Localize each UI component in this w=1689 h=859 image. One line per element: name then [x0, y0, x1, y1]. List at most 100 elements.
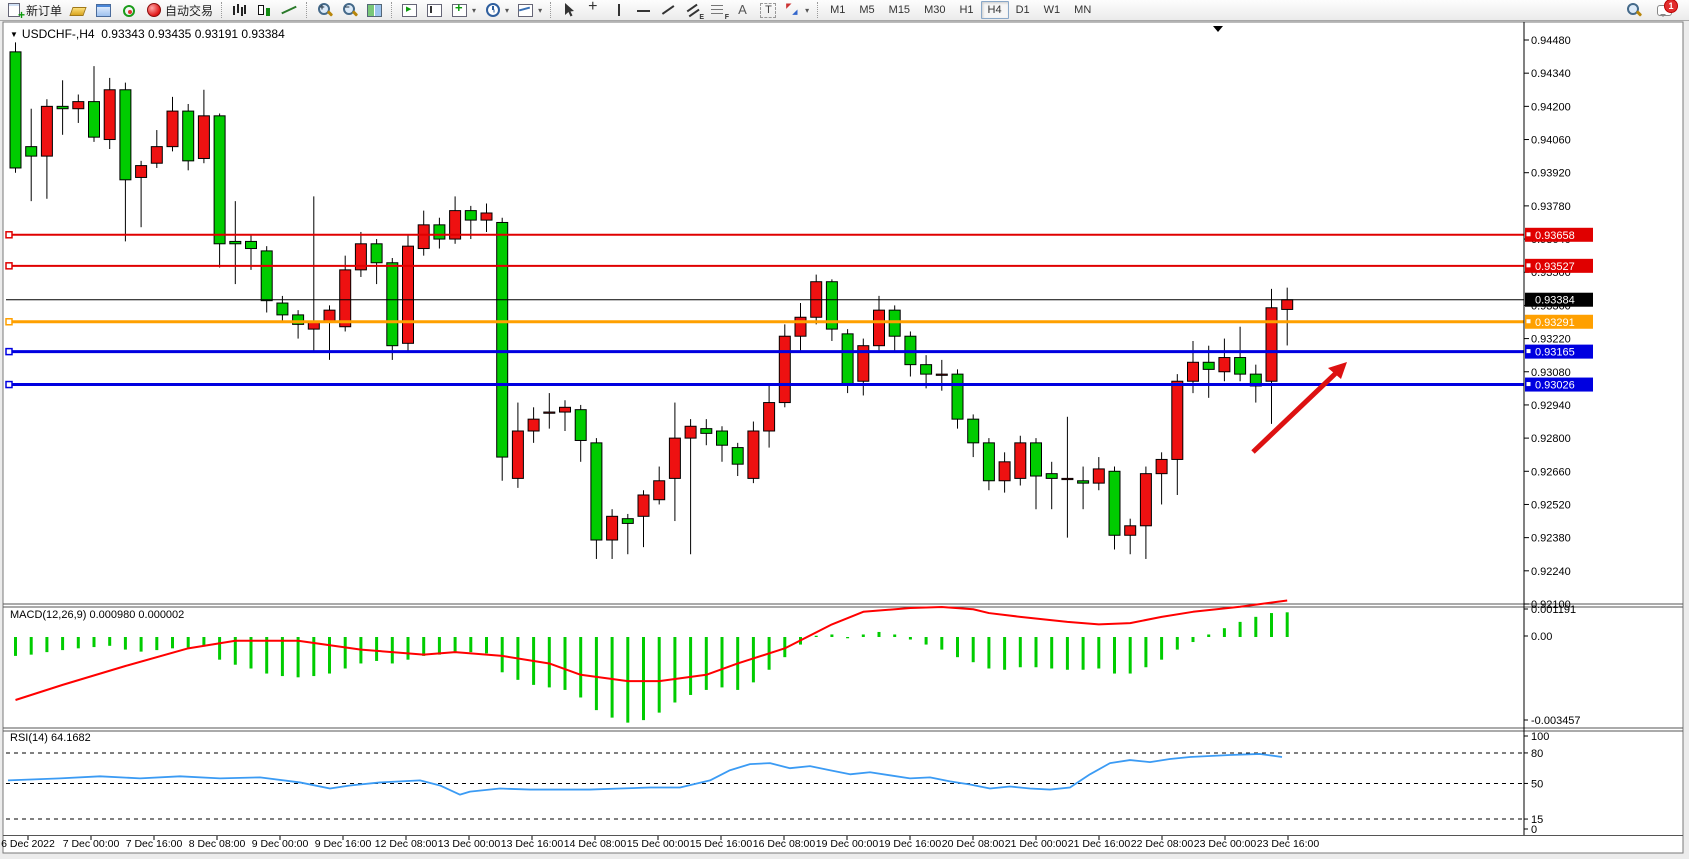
indicators-dropdown[interactable]: ▾	[447, 1, 480, 20]
trendline-tool-button[interactable]	[656, 1, 681, 20]
timeframe-mn-button[interactable]: MN	[1067, 1, 1098, 19]
rsi-indicator-label: RSI(14) 64.1682	[10, 732, 91, 744]
zoom-out-button[interactable]: −	[337, 1, 362, 20]
timeframe-d1-button[interactable]: D1	[1009, 1, 1037, 19]
chart-window[interactable]: 0.944800.943400.942000.940600.939200.937…	[0, 21, 1689, 859]
time-axis[interactable]: 6 Dec 20227 Dec 00:007 Dec 16:008 Dec 08…	[1, 836, 1319, 850]
candle-body	[779, 336, 790, 402]
toolbar-separator	[221, 2, 223, 18]
eraser-button[interactable]	[66, 1, 91, 20]
rsi-axis-label: 80	[1531, 748, 1543, 760]
text-tool-button[interactable]	[731, 1, 756, 20]
candle-body	[434, 225, 445, 239]
price-tick-label: 0.92940	[1531, 400, 1571, 412]
profiles-button[interactable]	[91, 1, 116, 20]
fibonacci-tool-button[interactable]: F	[706, 1, 731, 20]
line-handle[interactable]	[6, 232, 12, 238]
price-tick-label: 0.94340	[1531, 68, 1571, 80]
notifications-button[interactable]: 1	[1652, 1, 1677, 20]
line-handle[interactable]	[6, 349, 12, 355]
price-tag-label: 0.93384	[1535, 295, 1575, 307]
candle-body	[1235, 358, 1246, 375]
timeframe-m30-button[interactable]: M30	[917, 1, 952, 19]
chevron-down-icon: ▾	[805, 6, 809, 15]
candle-body	[685, 426, 696, 438]
time-tick-label: 14 Dec 08:00	[564, 838, 627, 850]
candle-body	[669, 438, 680, 478]
line-handle[interactable]	[6, 319, 12, 325]
symbol-period-label: USDCHF-,H4	[22, 27, 95, 41]
text-icon	[735, 2, 752, 18]
time-tick-label: 16 Dec 08:00	[753, 838, 816, 850]
arrows-dropdown[interactable]: ▾	[780, 1, 813, 20]
crosshair-tool-button[interactable]	[581, 1, 606, 20]
time-tick-label: 19 Dec 16:00	[879, 838, 942, 850]
price-tag-notch	[1527, 349, 1531, 353]
search-button[interactable]	[1621, 1, 1646, 20]
zoom-in-button[interactable]: +	[312, 1, 337, 20]
candle-body	[277, 303, 288, 315]
templates-dropdown[interactable]: ▾	[513, 1, 546, 20]
price-tag-label: 0.93026	[1535, 380, 1575, 392]
chat-icon: 1	[1656, 2, 1673, 18]
timeframe-w1-button[interactable]: W1	[1037, 1, 1068, 19]
timeframe-m15-button[interactable]: M15	[882, 1, 917, 19]
signals-button[interactable]	[116, 1, 141, 20]
text-label-tool-button[interactable]	[756, 1, 780, 20]
tile-windows-button[interactable]	[362, 1, 387, 20]
candle-body	[104, 90, 115, 140]
bar-chart-button[interactable]	[227, 1, 252, 20]
candle-body	[41, 106, 52, 156]
chevron-down-icon: ▾	[472, 6, 476, 15]
price-tag-label: 0.93165	[1535, 347, 1575, 359]
periods-dropdown[interactable]: ▾	[480, 1, 513, 20]
candle-body	[167, 111, 178, 147]
toolbar-separator	[550, 2, 552, 18]
price-tick-label: 0.92520	[1531, 499, 1571, 511]
line-chart-button[interactable]	[277, 1, 302, 20]
macd-indicator-label: MACD(12,26,9) 0.000980 0.000002	[10, 609, 184, 621]
candle-body	[465, 211, 476, 220]
candle-body	[1172, 381, 1183, 459]
timeframe-h1-button[interactable]: H1	[952, 1, 980, 19]
candle-body	[57, 106, 68, 108]
chevron-down-icon: ▾	[505, 6, 509, 15]
candle-body	[968, 419, 979, 443]
cursor-tool-button[interactable]	[556, 1, 581, 20]
line-handle[interactable]	[6, 382, 12, 388]
price-chart-canvas[interactable]: 0.944800.943400.942000.940600.939200.937…	[0, 21, 1689, 859]
macd-axis-label: 0.00	[1531, 631, 1552, 643]
candlestick-chart-button[interactable]	[252, 1, 277, 20]
chart-shift-button[interactable]	[422, 1, 447, 20]
zoom-in-icon: +	[316, 2, 333, 18]
autotrade-button[interactable]: 自动交易	[141, 1, 217, 20]
timeframe-m1-button[interactable]: M1	[823, 1, 852, 19]
candle-body	[1156, 459, 1167, 473]
time-tick-label: 9 Dec 00:00	[252, 838, 309, 850]
time-tick-label: 8 Dec 08:00	[189, 838, 246, 850]
timeframe-h4-button[interactable]: H4	[981, 1, 1009, 19]
timeframe-m5-button[interactable]: M5	[852, 1, 881, 19]
chevron-down-icon: ▾	[538, 6, 542, 15]
price-tick-label: 0.92240	[1531, 566, 1571, 578]
candle-body	[151, 147, 162, 164]
zoom-out-icon: −	[341, 2, 358, 18]
price-tick-label: 0.93780	[1531, 201, 1571, 213]
candle-body	[497, 222, 508, 457]
text-label-icon	[760, 3, 776, 18]
line-handle[interactable]	[6, 263, 12, 269]
vertical-line-tool-button[interactable]	[606, 1, 631, 20]
new-order-button[interactable]: 新订单	[2, 1, 66, 20]
horizontal-line-tool-button[interactable]	[631, 1, 656, 20]
template-icon	[517, 2, 534, 18]
candle-body	[340, 270, 351, 327]
candle-body	[1219, 358, 1230, 372]
candle-body	[701, 429, 712, 434]
chart-menu-icon[interactable]: ▼	[10, 30, 18, 39]
autotrade-label: 自动交易	[165, 2, 213, 19]
auto-scroll-button[interactable]	[397, 1, 422, 20]
toolbar-separator	[817, 2, 819, 18]
candle-body	[874, 310, 885, 346]
candle-body	[89, 102, 100, 138]
channel-tool-button[interactable]: E	[681, 1, 706, 20]
